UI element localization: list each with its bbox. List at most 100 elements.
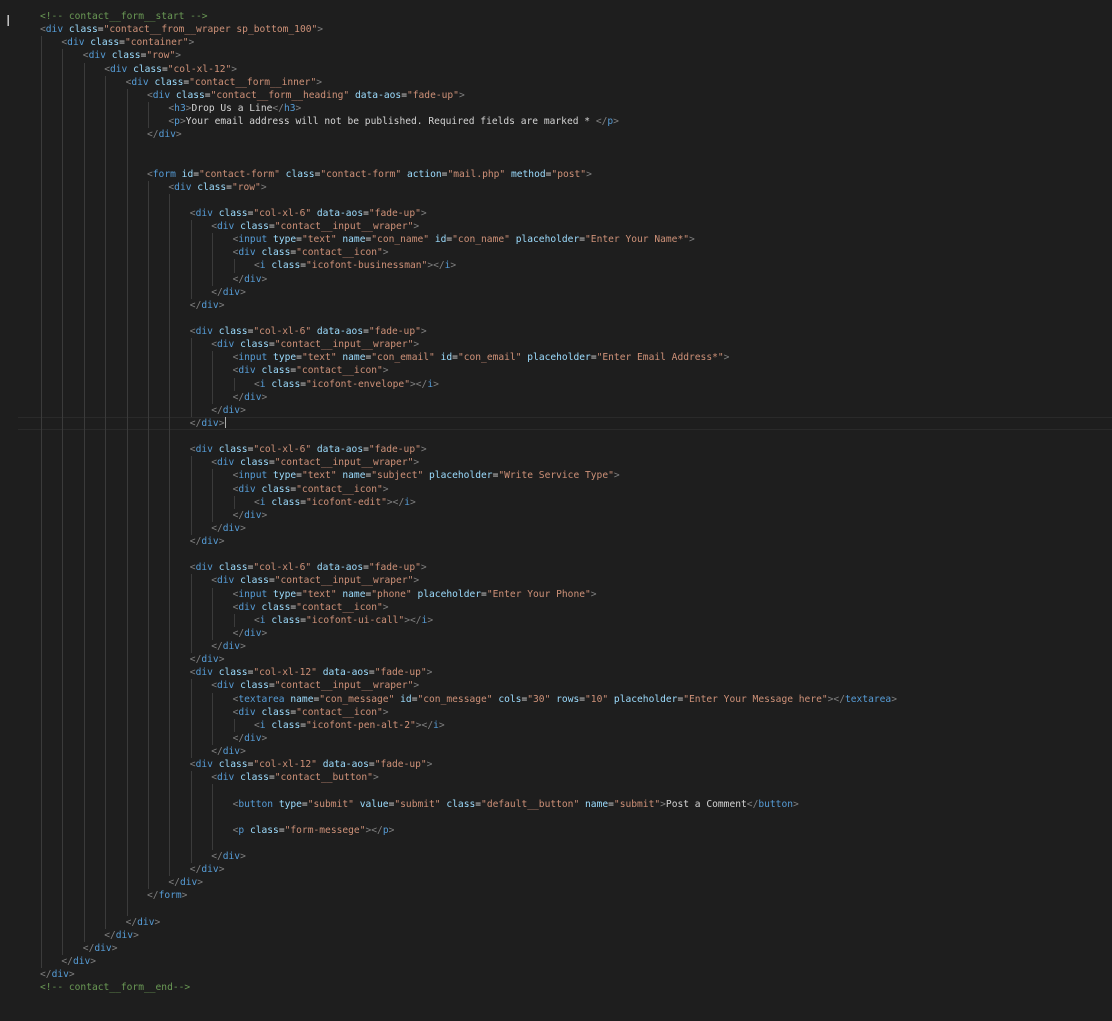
indent-guide — [233, 613, 235, 627]
code-line[interactable]: <div class="row"> — [0, 180, 1112, 194]
code-line[interactable]: </div> — [0, 941, 1112, 955]
code-line[interactable]: </div> — [0, 128, 1112, 142]
code-line[interactable]: <div class="contact__icon"> — [0, 364, 1112, 378]
code-line[interactable]: <div class="contact__icon"> — [0, 246, 1112, 260]
code-text: </div> — [233, 733, 268, 744]
code-line[interactable]: <div class="col-xl-6" data-aos="fade-up"… — [0, 325, 1112, 339]
indent-guide — [105, 705, 107, 719]
code-line[interactable]: </div> — [0, 863, 1112, 877]
code-line[interactable] — [0, 141, 1112, 155]
code-line[interactable]: <p>Your email address will not be publis… — [0, 115, 1112, 129]
code-line[interactable]: </div> — [0, 390, 1112, 404]
code-line[interactable] — [0, 902, 1112, 916]
code-line[interactable] — [0, 154, 1112, 168]
code-line[interactable]: <textarea name="con_message" id="con_mes… — [0, 692, 1112, 706]
code-line[interactable]: <div class="container"> — [0, 36, 1112, 50]
code-token: div — [195, 562, 213, 574]
code-lines[interactable]: <!-- contact__form__start --> <div class=… — [0, 10, 1112, 994]
indent-guide — [105, 325, 107, 339]
code-line[interactable]: <h3>Drop Us a Line</h3> — [0, 101, 1112, 115]
code-line[interactable]: </div> — [0, 968, 1112, 981]
code-line[interactable]: </div> — [0, 850, 1112, 864]
code-line[interactable]: <button type="submit" value="submit" cla… — [0, 797, 1112, 811]
indent-guide — [126, 128, 128, 142]
code-line[interactable]: </div> — [0, 626, 1112, 640]
code-line[interactable]: </div> — [0, 403, 1112, 417]
code-line[interactable]: </div> — [0, 731, 1112, 745]
code-line[interactable]: </form> — [0, 889, 1112, 903]
code-line[interactable]: <i class="icofont-ui-call"></i> — [0, 613, 1112, 627]
code-line[interactable]: <div class="contact__icon"> — [0, 600, 1112, 614]
code-line[interactable]: <p class="form-messege"></p> — [0, 823, 1112, 837]
code-line[interactable]: <div class="contact__input__wraper"> — [0, 220, 1112, 234]
indent-guide — [169, 771, 171, 785]
code-line[interactable]: <input type="text" name="subject" placeh… — [0, 469, 1112, 483]
code-line[interactable] — [0, 311, 1112, 325]
code-line[interactable]: <div class="contact__input__wraper"> — [0, 456, 1112, 470]
code-line[interactable] — [0, 836, 1112, 850]
indent-guide — [62, 548, 64, 562]
code-token: class — [90, 37, 120, 49]
code-line[interactable]: <i class="icofont-businessman"></i> — [0, 259, 1112, 273]
code-line[interactable]: <i class="icofont-edit"></i> — [0, 495, 1112, 509]
code-line[interactable]: </div> — [0, 955, 1112, 969]
code-line[interactable]: <div class="contact__from__wraper sp_bot… — [0, 23, 1112, 36]
code-line[interactable]: <!-- contact__form__start --> — [0, 10, 1112, 23]
code-line[interactable]: <input type="text" name="con_name" id="c… — [0, 233, 1112, 247]
code-line[interactable]: </div> — [0, 535, 1112, 549]
code-line[interactable]: <div class="col-xl-12"> — [0, 62, 1112, 76]
code-line[interactable]: </div> — [0, 745, 1112, 759]
code-line[interactable]: <div class="contact__icon"> — [0, 705, 1112, 719]
code-line[interactable]: </div> — [0, 285, 1112, 299]
code-line[interactable]: <div class="col-xl-12" data-aos="fade-up… — [0, 666, 1112, 680]
code-line[interactable]: <input type="text" name="phone" placehol… — [0, 587, 1112, 601]
code-token: data-aos — [322, 667, 369, 679]
indent-guide — [126, 482, 128, 496]
code-line[interactable]: <div class="contact__form__heading" data… — [0, 88, 1112, 102]
code-line[interactable]: <i class="icofont-pen-alt-2"></i> — [0, 718, 1112, 732]
indent-guide — [169, 233, 171, 247]
code-text: </div> — [190, 864, 225, 875]
indent-guide — [41, 613, 42, 627]
code-line[interactable] — [0, 810, 1112, 824]
code-line[interactable]: <div class="col-xl-6" data-aos="fade-up"… — [0, 561, 1112, 575]
code-line[interactable] — [0, 430, 1112, 444]
code-line[interactable]: <div class="contact__input__wraper"> — [0, 338, 1112, 352]
code-line[interactable] — [0, 193, 1112, 207]
indent-guide — [169, 548, 171, 562]
code-line[interactable] — [0, 784, 1112, 798]
code-line[interactable]: <div class="contact__button"> — [0, 771, 1112, 785]
code-line[interactable]: <!-- contact__form__end--> — [0, 981, 1112, 994]
code-line[interactable] — [0, 548, 1112, 562]
code-token: > — [218, 864, 225, 876]
code-line[interactable]: <div class="col-xl-6" data-aos="fade-up"… — [0, 443, 1112, 457]
code-line[interactable]: <form id="contact-form" class="contact-f… — [0, 167, 1112, 181]
code-line[interactable]: <div class="col-xl-12" data-aos="fade-up… — [0, 758, 1112, 772]
code-line[interactable]: </div> — [0, 521, 1112, 535]
code-line[interactable]: <div class="col-xl-6" data-aos="fade-up"… — [0, 206, 1112, 220]
code-line[interactable]: </div> — [0, 508, 1112, 522]
code-line[interactable]: </div> — [0, 298, 1112, 312]
code-line[interactable]: <div class="contact__input__wraper"> — [0, 679, 1112, 693]
code-line[interactable]: <div class="row"> — [0, 49, 1112, 63]
code-line[interactable]: <input type="text" name="con_email" id="… — [0, 351, 1112, 365]
code-line[interactable]: </div> — [0, 640, 1112, 654]
indent-guide — [148, 508, 149, 522]
code-line[interactable]: <i class="icofont-envelope"></i> — [0, 377, 1112, 391]
code-line[interactable]: <div class="contact__input__wraper"> — [0, 574, 1112, 588]
code-token: "icofont-ui-call" — [306, 614, 405, 626]
code-line[interactable]: </div> — [0, 928, 1112, 942]
indent-guide — [41, 141, 42, 155]
indent-guide — [41, 36, 42, 50]
code-line[interactable]: </div> — [0, 876, 1112, 890]
code-line[interactable]: </div> — [0, 653, 1112, 667]
indent-guide — [105, 836, 107, 850]
code-line[interactable]: <div class="contact__icon"> — [0, 482, 1112, 496]
code-token: class — [240, 680, 269, 692]
code-line[interactable]: </div> — [0, 272, 1112, 286]
code-line[interactable]: <div class="contact__form__inner"> — [0, 75, 1112, 89]
indent-guide — [169, 758, 171, 772]
code-line[interactable]: </div> — [0, 915, 1112, 929]
code-line[interactable]: </div> — [0, 416, 1112, 431]
code-editor[interactable]: I <!-- contact__form__start --> <div clas… — [0, 0, 1112, 1021]
